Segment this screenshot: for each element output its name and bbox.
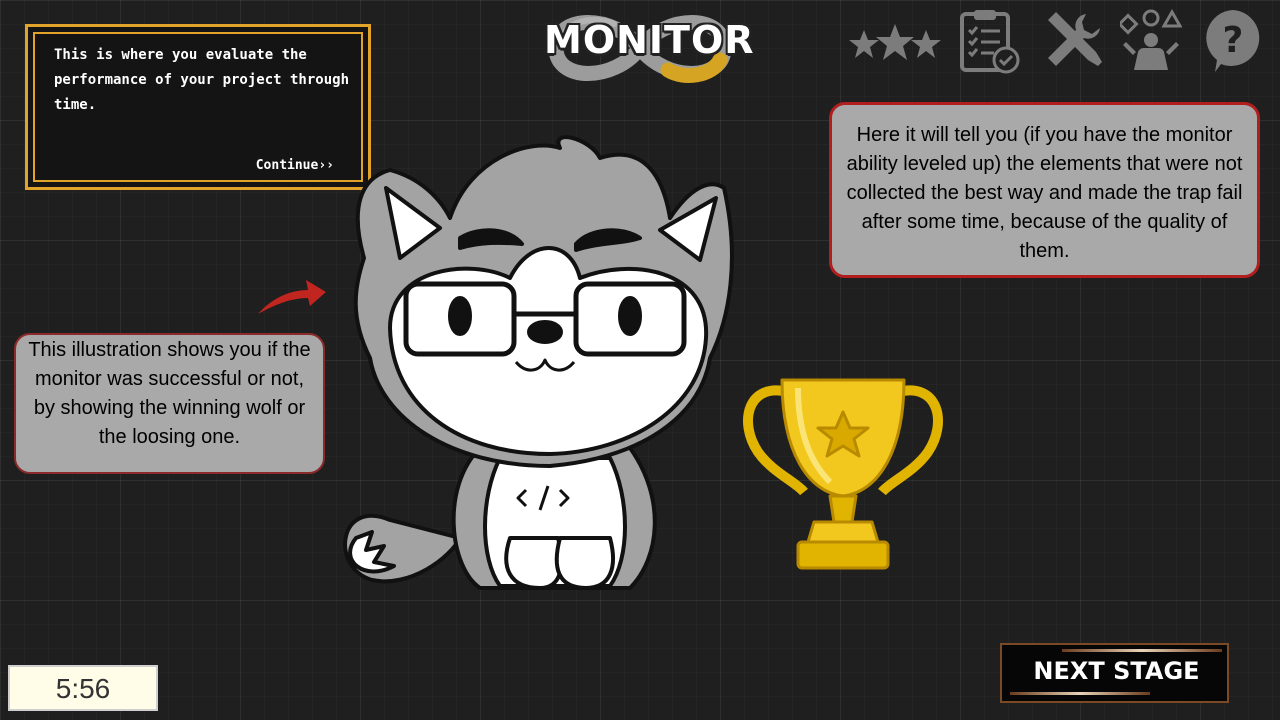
tools-icon[interactable] [1042, 10, 1104, 72]
illustration-callout: This illustration shows you if the monit… [14, 333, 325, 474]
page-title-logo: MONITOR [544, 4, 755, 88]
tutorial-dialog: This is where you evaluate the performan… [25, 24, 371, 190]
timer-display: 5:56 [8, 665, 158, 711]
next-stage-button[interactable]: NEXT STAGE [1000, 643, 1229, 703]
monitor-ability-callout: Here it will tell you (if you have the m… [829, 102, 1260, 278]
next-stage-label: NEXT STAGE [1033, 657, 1200, 685]
trophy-icon [743, 378, 943, 570]
red-arrow-icon [258, 280, 326, 314]
toolbar: ? [846, 8, 1272, 76]
svg-text:?: ? [1223, 20, 1244, 61]
help-icon[interactable]: ? [1202, 8, 1264, 74]
continue-button[interactable]: Continue›› [256, 158, 334, 173]
dialog-text: This is where you evaluate the performan… [54, 47, 350, 113]
clipboard-check-icon[interactable] [956, 8, 1024, 76]
button-top-bar [1062, 649, 1222, 652]
button-bottom-bar [1010, 692, 1150, 695]
stars-icon[interactable] [848, 22, 942, 62]
user-shapes-icon[interactable] [1120, 8, 1182, 74]
page-title: MONITOR [544, 18, 755, 62]
wolf-illustration [343, 135, 734, 590]
